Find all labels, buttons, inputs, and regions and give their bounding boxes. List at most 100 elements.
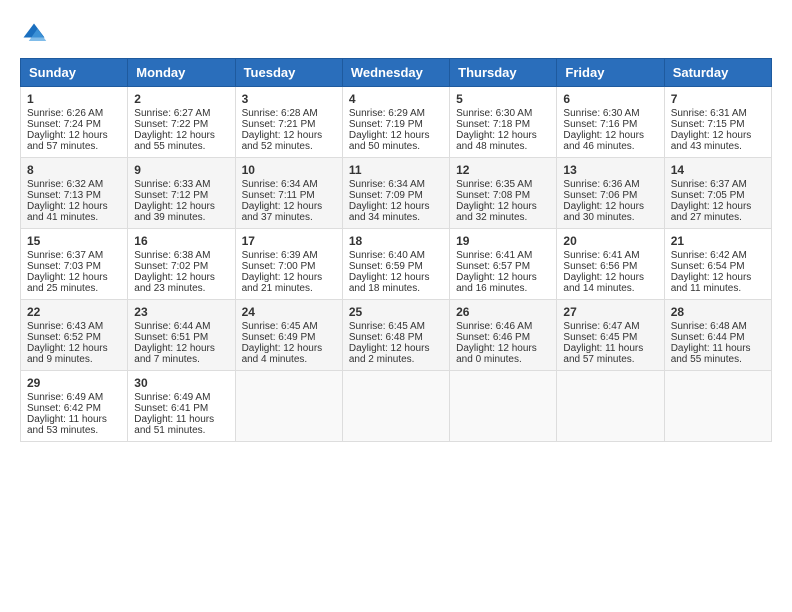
calendar-day-28: 28 Sunrise: 6:48 AM Sunset: 6:44 PM Dayl…: [664, 300, 771, 371]
daylight-label: Daylight: 11 hours: [671, 343, 751, 354]
daylight-label: Daylight: 12 hours: [242, 343, 323, 354]
day-header-friday: Friday: [557, 59, 664, 87]
daylight-continuation: and 46 minutes.: [563, 141, 634, 152]
sunset-label: Sunset: 7:05 PM: [671, 190, 745, 201]
calendar-day-24: 24 Sunrise: 6:45 AM Sunset: 6:49 PM Dayl…: [235, 300, 342, 371]
sunset-label: Sunset: 7:02 PM: [134, 261, 208, 272]
sunrise-label: Sunrise: 6:42 AM: [671, 250, 747, 261]
day-number: 28: [671, 305, 765, 319]
calendar-day-4: 4 Sunrise: 6:29 AM Sunset: 7:19 PM Dayli…: [342, 87, 449, 158]
daylight-continuation: and 16 minutes.: [456, 283, 527, 294]
sunrise-label: Sunrise: 6:49 AM: [134, 392, 210, 403]
daylight-label: Daylight: 12 hours: [456, 130, 537, 141]
logo: [20, 20, 52, 48]
calendar-day-14: 14 Sunrise: 6:37 AM Sunset: 7:05 PM Dayl…: [664, 158, 771, 229]
daylight-label: Daylight: 12 hours: [242, 130, 323, 141]
calendar-table: SundayMondayTuesdayWednesdayThursdayFrid…: [20, 58, 772, 442]
empty-cell: [235, 371, 342, 442]
day-header-sunday: Sunday: [21, 59, 128, 87]
sunset-label: Sunset: 6:51 PM: [134, 332, 208, 343]
daylight-continuation: and 43 minutes.: [671, 141, 742, 152]
sunset-label: Sunset: 6:54 PM: [671, 261, 745, 272]
sunset-label: Sunset: 7:09 PM: [349, 190, 423, 201]
calendar-week-5: 29 Sunrise: 6:49 AM Sunset: 6:42 PM Dayl…: [21, 371, 772, 442]
daylight-label: Daylight: 11 hours: [563, 343, 643, 354]
day-header-thursday: Thursday: [450, 59, 557, 87]
daylight-label: Daylight: 12 hours: [242, 272, 323, 283]
day-header-saturday: Saturday: [664, 59, 771, 87]
sunrise-label: Sunrise: 6:32 AM: [27, 179, 103, 190]
day-number: 15: [27, 234, 121, 248]
day-number: 29: [27, 376, 121, 390]
daylight-continuation: and 32 minutes.: [456, 212, 527, 223]
daylight-continuation: and 55 minutes.: [134, 141, 205, 152]
daylight-label: Daylight: 12 hours: [27, 343, 108, 354]
sunrise-label: Sunrise: 6:45 AM: [242, 321, 318, 332]
daylight-continuation: and 55 minutes.: [671, 354, 742, 365]
daylight-continuation: and 57 minutes.: [27, 141, 98, 152]
day-number: 25: [349, 305, 443, 319]
daylight-continuation: and 30 minutes.: [563, 212, 634, 223]
sunset-label: Sunset: 7:11 PM: [242, 190, 315, 201]
calendar-day-19: 19 Sunrise: 6:41 AM Sunset: 6:57 PM Dayl…: [450, 229, 557, 300]
sunset-label: Sunset: 7:13 PM: [27, 190, 101, 201]
daylight-continuation: and 4 minutes.: [242, 354, 308, 365]
calendar-day-16: 16 Sunrise: 6:38 AM Sunset: 7:02 PM Dayl…: [128, 229, 235, 300]
daylight-continuation: and 48 minutes.: [456, 141, 527, 152]
daylight-label: Daylight: 12 hours: [27, 201, 108, 212]
sunset-label: Sunset: 7:06 PM: [563, 190, 637, 201]
sunrise-label: Sunrise: 6:39 AM: [242, 250, 318, 261]
daylight-continuation: and 39 minutes.: [134, 212, 205, 223]
sunset-label: Sunset: 7:16 PM: [563, 119, 637, 130]
daylight-continuation: and 21 minutes.: [242, 283, 313, 294]
daylight-continuation: and 23 minutes.: [134, 283, 205, 294]
sunrise-label: Sunrise: 6:46 AM: [456, 321, 532, 332]
day-number: 19: [456, 234, 550, 248]
sunset-label: Sunset: 6:52 PM: [27, 332, 101, 343]
calendar-week-2: 8 Sunrise: 6:32 AM Sunset: 7:13 PM Dayli…: [21, 158, 772, 229]
sunrise-label: Sunrise: 6:37 AM: [27, 250, 103, 261]
sunset-label: Sunset: 6:41 PM: [134, 403, 208, 414]
sunrise-label: Sunrise: 6:36 AM: [563, 179, 639, 190]
calendar-day-12: 12 Sunrise: 6:35 AM Sunset: 7:08 PM Dayl…: [450, 158, 557, 229]
day-number: 10: [242, 163, 336, 177]
day-number: 24: [242, 305, 336, 319]
calendar-header-row: SundayMondayTuesdayWednesdayThursdayFrid…: [21, 59, 772, 87]
day-number: 30: [134, 376, 228, 390]
sunset-label: Sunset: 7:19 PM: [349, 119, 423, 130]
calendar-day-30: 30 Sunrise: 6:49 AM Sunset: 6:41 PM Dayl…: [128, 371, 235, 442]
sunset-label: Sunset: 7:15 PM: [671, 119, 745, 130]
daylight-continuation: and 14 minutes.: [563, 283, 634, 294]
sunset-label: Sunset: 7:22 PM: [134, 119, 208, 130]
sunrise-label: Sunrise: 6:41 AM: [563, 250, 639, 261]
daylight-continuation: and 37 minutes.: [242, 212, 313, 223]
sunrise-label: Sunrise: 6:30 AM: [563, 108, 639, 119]
day-number: 16: [134, 234, 228, 248]
calendar-day-1: 1 Sunrise: 6:26 AM Sunset: 7:24 PM Dayli…: [21, 87, 128, 158]
sunset-label: Sunset: 6:59 PM: [349, 261, 423, 272]
empty-cell: [342, 371, 449, 442]
day-number: 2: [134, 92, 228, 106]
day-number: 13: [563, 163, 657, 177]
calendar-day-26: 26 Sunrise: 6:46 AM Sunset: 6:46 PM Dayl…: [450, 300, 557, 371]
calendar-day-9: 9 Sunrise: 6:33 AM Sunset: 7:12 PM Dayli…: [128, 158, 235, 229]
sunrise-label: Sunrise: 6:38 AM: [134, 250, 210, 261]
daylight-continuation: and 0 minutes.: [456, 354, 522, 365]
daylight-label: Daylight: 12 hours: [349, 272, 430, 283]
daylight-continuation: and 52 minutes.: [242, 141, 313, 152]
sunrise-label: Sunrise: 6:35 AM: [456, 179, 532, 190]
calendar-day-25: 25 Sunrise: 6:45 AM Sunset: 6:48 PM Dayl…: [342, 300, 449, 371]
daylight-continuation: and 9 minutes.: [27, 354, 93, 365]
day-number: 11: [349, 163, 443, 177]
sunrise-label: Sunrise: 6:43 AM: [27, 321, 103, 332]
day-number: 18: [349, 234, 443, 248]
calendar-week-1: 1 Sunrise: 6:26 AM Sunset: 7:24 PM Dayli…: [21, 87, 772, 158]
day-header-monday: Monday: [128, 59, 235, 87]
sunset-label: Sunset: 7:03 PM: [27, 261, 101, 272]
day-number: 17: [242, 234, 336, 248]
calendar-day-10: 10 Sunrise: 6:34 AM Sunset: 7:11 PM Dayl…: [235, 158, 342, 229]
calendar-day-3: 3 Sunrise: 6:28 AM Sunset: 7:21 PM Dayli…: [235, 87, 342, 158]
day-number: 7: [671, 92, 765, 106]
calendar-day-5: 5 Sunrise: 6:30 AM Sunset: 7:18 PM Dayli…: [450, 87, 557, 158]
day-number: 26: [456, 305, 550, 319]
